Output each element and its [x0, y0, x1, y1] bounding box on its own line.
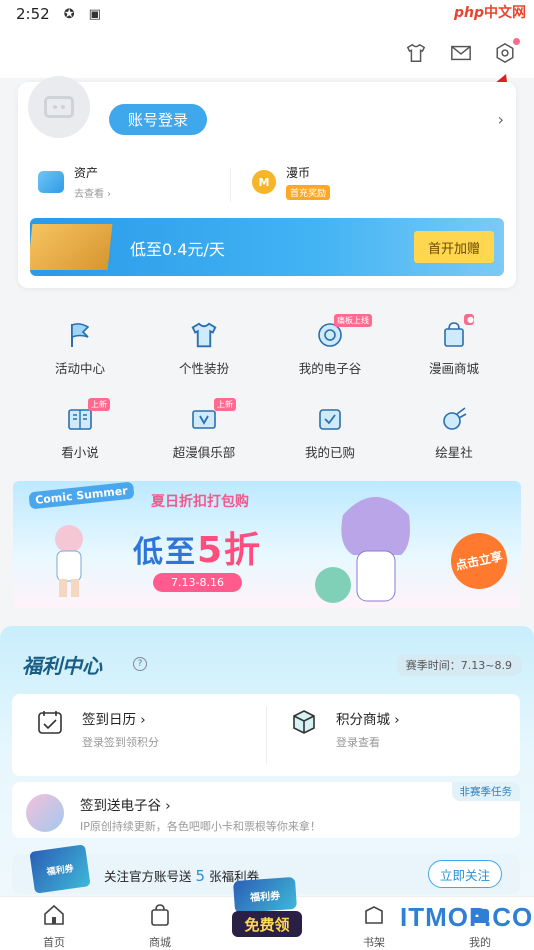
func-purchased[interactable]: 我的已购	[280, 402, 380, 461]
welfare-ticket-image: 福利券	[29, 844, 91, 894]
func-vip-club[interactable]: 上新 超漫俱乐部	[154, 398, 254, 461]
points-mall-entry[interactable]: 积分商城 › 登录查看	[290, 708, 400, 750]
nav-label: 我的	[469, 936, 491, 949]
assets-sub: 去查看	[74, 189, 104, 200]
tshirt-icon	[187, 318, 221, 352]
follow-now-button[interactable]: 立即关注	[428, 860, 502, 888]
a-notification-icon: ▣	[88, 6, 101, 22]
task-desc: IP原创持续更新，各色吧唧小卡和票根等你来拿！	[80, 820, 321, 833]
signin-sub: 登录签到领积分	[82, 736, 159, 749]
promo-main-highlight: 5折	[197, 530, 263, 571]
task-character-avatar	[26, 794, 64, 832]
promo-main-prefix: 低至	[133, 535, 197, 570]
signin-calendar-entry[interactable]: 签到日历 › 登录签到领积分	[36, 708, 159, 750]
free-claim-label: 免费领	[232, 911, 302, 937]
func-personal-decor[interactable]: 个性装扮	[154, 318, 254, 377]
promo-main-text: 低至5折	[133, 521, 262, 573]
status-bar: 2:52 ✪ ▣ php中文网	[0, 0, 534, 28]
bookshelf-icon	[365, 906, 383, 924]
watermark-php: php中文网	[453, 5, 526, 21]
nav-label: 首页	[43, 936, 65, 949]
func-star-club[interactable]: 绘星社	[404, 402, 504, 461]
vip-open-button[interactable]: 首开加赠	[414, 231, 494, 263]
task-card[interactable]: 非赛季任务 签到送电子谷 › IP原创持续更新，各色吧唧小卡和票根等你来拿！	[12, 782, 520, 838]
nav-free-claim[interactable]: 福利券 免费领	[230, 876, 304, 947]
nav-home[interactable]: 首页	[24, 903, 84, 950]
func-label: 超漫俱乐部	[172, 445, 236, 460]
welfare-card: 签到日历 › 登录签到领积分 积分商城 › 登录查看	[12, 694, 520, 776]
func-novels[interactable]: 上新 看小说	[30, 398, 130, 461]
cube-icon	[293, 710, 315, 734]
shopping-bag-icon	[151, 904, 169, 926]
func-my-goods[interactable]: 痛板上线 我的电子谷	[280, 314, 380, 377]
signin-title: 签到日历	[82, 712, 136, 728]
home-icon	[44, 904, 64, 925]
nav-label: 书架	[363, 936, 385, 949]
calendar-icon	[38, 711, 62, 734]
func-dot-tag: ●	[464, 314, 474, 325]
welfare-title: 福利中心	[22, 654, 102, 678]
coin-icon: M	[252, 170, 276, 194]
promo-date: 7.13-8.16	[153, 573, 242, 592]
purchased-icon	[313, 402, 347, 436]
task-title: 签到送电子谷	[80, 798, 161, 814]
watermark-itmop: ITMOP.COM	[400, 902, 534, 932]
comic-summer-logo: Comic Summer	[28, 481, 135, 510]
func-label: 绘星社	[435, 445, 473, 460]
meteor-icon	[437, 402, 471, 436]
func-label: 活动中心	[54, 361, 105, 376]
flag-icon	[63, 318, 97, 352]
vip-gift-box-image	[30, 224, 113, 270]
vip-text: 低至0.4元/天	[130, 240, 225, 259]
vip-banner[interactable]: 低至0.4元/天 首开加赠	[30, 218, 504, 276]
func-tag: 上新	[214, 398, 236, 411]
func-label: 个性装扮	[178, 361, 229, 376]
func-label: 我的电子谷	[298, 361, 362, 376]
func-label: 我的已购	[304, 445, 355, 460]
manbi-entry[interactable]: M 漫币 首充奖励	[252, 164, 331, 200]
points-sub: 登录查看	[336, 736, 380, 749]
anime-girl-image	[315, 497, 410, 603]
promo-subtitle: 夏日折扣打包购	[151, 494, 249, 510]
manbi-badge: 首充奖励	[286, 185, 331, 200]
assets-label: 资产	[74, 166, 99, 180]
func-label: 漫画商城	[428, 361, 479, 376]
free-ticket-top: 福利券	[232, 876, 298, 914]
func-label: 看小说	[61, 445, 99, 460]
summer-promo-banner[interactable]: Comic Summer 夏日折扣打包购 低至5折 7.13-8.16 点击立享	[13, 481, 521, 608]
tv-placeholder-icon	[44, 96, 74, 118]
status-time: 2:52	[16, 5, 50, 23]
func-activity-center[interactable]: 活动中心	[30, 318, 130, 377]
follow-number: 5	[195, 867, 206, 885]
avatar[interactable]	[28, 76, 90, 138]
manbi-label: 漫币	[286, 166, 311, 180]
func-tag: 上新	[88, 398, 110, 411]
non-season-task-tag: 非赛季任务	[451, 782, 520, 801]
promo-cta-button[interactable]: 点击立享	[445, 527, 513, 595]
mail-icon[interactable]	[448, 40, 474, 66]
nav-label: 商城	[149, 936, 171, 949]
func-tag: 痛板上线	[334, 314, 372, 327]
points-title: 积分商城	[336, 712, 390, 728]
profile-card: 账号登录 › 资产 去查看 › M 漫币 首充奖励 低至0.4元/天 首开加赠	[18, 76, 516, 288]
wallet-icon	[38, 171, 64, 193]
chibi-character-image	[55, 525, 83, 597]
settings-badge-dot	[513, 38, 520, 45]
follow-prefix: 关注官方账号送	[104, 869, 192, 884]
settings-icon[interactable]	[492, 38, 520, 66]
app-notification-icon: ✪	[63, 6, 75, 22]
assets-entry[interactable]: 资产 去查看 ›	[38, 164, 111, 200]
help-icon[interactable]: ?	[133, 657, 147, 671]
tshirt-icon[interactable]	[403, 40, 429, 66]
season-time: 赛季时间：7.13~8.9	[395, 654, 522, 676]
nav-mall[interactable]: 商城	[130, 903, 190, 950]
divider	[230, 168, 231, 202]
divider	[266, 706, 267, 764]
nav-shelf[interactable]: 书架	[344, 903, 404, 950]
func-comic-shop[interactable]: ● 漫画商城	[404, 314, 504, 377]
chevron-right-icon[interactable]: ›	[498, 110, 504, 129]
login-button[interactable]: 账号登录	[109, 104, 207, 135]
